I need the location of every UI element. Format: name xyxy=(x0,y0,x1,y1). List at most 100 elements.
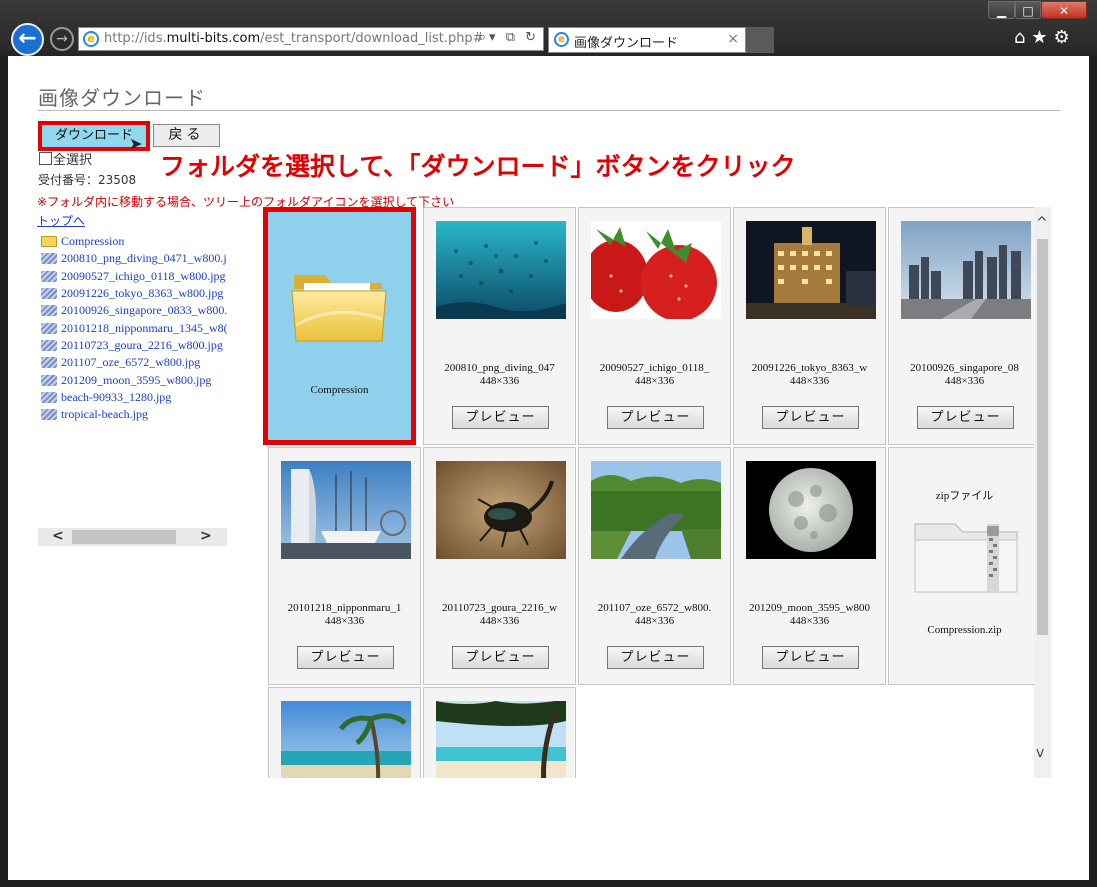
zip-file-icon xyxy=(914,523,1018,593)
return-button[interactable]: 戻る xyxy=(153,124,220,147)
image-name: 20110723_goura_2216_w xyxy=(441,602,558,614)
url-path: /est_transport/download_list.php# xyxy=(260,31,484,46)
beach-tree-thumbnail xyxy=(436,701,566,778)
top-link[interactable]: トップへ xyxy=(37,212,85,229)
image-file-icon xyxy=(41,374,57,386)
tree-item-label: 20110723_goura_2216_w800.jpg xyxy=(61,337,223,352)
tree-item-label: 20101218_nipponmaru_1345_w8( xyxy=(61,320,227,335)
tree-file[interactable]: 200810_png_diving_0471_w800.j xyxy=(41,250,227,267)
tree-file[interactable]: 20091226_tokyo_8363_w800.jpg xyxy=(41,285,227,302)
tree-file[interactable]: 20090527_ichigo_0118_w800.jpg xyxy=(41,268,227,285)
image-dimensions: 448×336 xyxy=(634,615,675,627)
image-file-icon xyxy=(41,339,57,351)
tab-close-icon[interactable]: × xyxy=(727,31,739,47)
tree-item-label: 201107_oze_6572_w800.jpg xyxy=(61,355,201,370)
image-cell[interactable]: 201107_oze_6572_w800. 448×336 プレビュー xyxy=(578,447,731,685)
tree-item-label: 200810_png_diving_0471_w800.j xyxy=(61,251,227,266)
tree-file[interactable]: tropical-beach.jpg xyxy=(41,406,227,423)
tree-file[interactable]: 20101218_nipponmaru_1345_w8( xyxy=(41,319,227,336)
image-file-icon xyxy=(41,288,57,300)
preview-button[interactable]: プレビュー xyxy=(452,406,549,429)
annotation-text: フォルダを選択して、「ダウンロード」ボタンをクリック xyxy=(160,152,796,181)
image-file-icon xyxy=(41,322,57,334)
forward-arrow-icon[interactable]: → xyxy=(50,27,74,51)
image-cell[interactable] xyxy=(423,687,576,778)
strawberry-thumbnail xyxy=(591,221,721,319)
browser-tab[interactable]: e 画像ダウンロード × xyxy=(548,27,746,53)
address-bar-icons[interactable]: ⌕▾ ⧉ ↻ xyxy=(479,30,539,45)
image-name: 20101218_nipponmaru_1 xyxy=(287,602,402,614)
select-all-checkbox[interactable]: 全選択 xyxy=(39,149,92,168)
image-cell[interactable]: 20110723_goura_2216_w 448×336 プレビュー xyxy=(423,447,576,685)
beetle-thumbnail xyxy=(436,461,566,559)
preview-button[interactable]: プレビュー xyxy=(762,646,859,669)
tree-item-label: tropical-beach.jpg xyxy=(61,407,148,422)
oze-river-thumbnail xyxy=(591,461,721,559)
tree-horizontal-scrollbar[interactable]: < > xyxy=(38,528,227,546)
scroll-down-arrow[interactable]: v xyxy=(1036,745,1044,761)
checkbox-icon[interactable] xyxy=(39,152,52,165)
folder-icon xyxy=(291,275,387,342)
close-window-button[interactable]: ✕ xyxy=(1041,1,1087,19)
preview-button[interactable]: プレビュー xyxy=(917,406,1014,429)
image-name: 20100926_singapore_08 xyxy=(910,362,1019,374)
moon-thumbnail xyxy=(746,461,876,559)
file-tree: Compression 200810_png_diving_0471_w800.j… xyxy=(41,233,227,423)
preview-button[interactable]: プレビュー xyxy=(607,646,704,669)
preview-button[interactable]: プレビュー xyxy=(607,406,704,429)
tab-title: 画像ダウンロード xyxy=(574,36,679,51)
tree-file[interactable]: 20100926_singapore_0833_w800. xyxy=(41,302,227,319)
image-cell[interactable]: 20101218_nipponmaru_1 448×336 プレビュー xyxy=(268,447,421,685)
image-name: 20091226_tokyo_8363_w xyxy=(751,362,868,374)
receipt-number: 受付番号：23508 xyxy=(38,173,137,187)
image-cell[interactable]: 20100926_singapore_08 448×336 プレビュー xyxy=(888,207,1034,445)
new-tab-button[interactable] xyxy=(746,27,774,53)
scroll-thumb[interactable] xyxy=(1037,239,1048,635)
singapore-thumbnail xyxy=(901,221,1031,319)
grid-vertical-scrollbar[interactable]: ^ v xyxy=(1034,207,1051,778)
image-cell[interactable]: 201209_moon_3595_w800 448×336 プレビュー xyxy=(733,447,886,685)
home-favorites-gear-icons[interactable]: ⌂★⚙ xyxy=(1014,27,1076,48)
scroll-up-arrow[interactable]: ^ xyxy=(1036,215,1048,231)
preview-button[interactable]: プレビュー xyxy=(452,646,549,669)
preview-button[interactable]: プレビュー xyxy=(297,646,394,669)
tree-file[interactable]: 201209_moon_3595_w800.jpg xyxy=(41,371,227,388)
image-dimensions: 448×336 xyxy=(324,615,365,627)
url-text[interactable]: http://ids.multi-bits.com/est_transport/… xyxy=(104,31,484,46)
tokyo-thumbnail xyxy=(746,221,876,319)
image-name: 201209_moon_3595_w800 xyxy=(749,602,870,614)
image-file-icon xyxy=(41,357,57,369)
folder-icon xyxy=(41,236,57,248)
scroll-left-arrow[interactable]: < xyxy=(52,528,64,544)
image-file-icon xyxy=(41,409,57,421)
folder-label: Compression xyxy=(310,384,369,396)
image-cell[interactable]: 20090527_ichigo_0118_ 448×336 プレビュー xyxy=(578,207,731,445)
address-bar[interactable]: e http://ids.multi-bits.com/est_transpor… xyxy=(78,27,544,51)
preview-button[interactable]: プレビュー xyxy=(762,406,859,429)
image-cell[interactable]: 200810_png_diving_047 448×336 プレビュー xyxy=(423,207,576,445)
tree-file[interactable]: 201107_oze_6572_w800.jpg xyxy=(41,354,227,371)
back-arrow-icon[interactable]: ← xyxy=(11,23,44,56)
tropical-beach-thumbnail xyxy=(281,701,411,778)
image-cell[interactable]: 20091226_tokyo_8363_w 448×336 プレビュー xyxy=(733,207,886,445)
zip-label: Compression.zip xyxy=(927,624,1002,636)
scroll-thumb[interactable] xyxy=(72,530,176,544)
diving-thumbnail xyxy=(436,221,566,319)
zip-cell[interactable]: zipファイル Compression.zip xyxy=(888,447,1034,685)
minimize-button[interactable]: ▁ xyxy=(988,1,1015,19)
tree-item-label: beach-90933_1280.jpg xyxy=(61,389,172,404)
url-host: multi-bits.com xyxy=(166,31,261,46)
tree-item-label: 20090527_ichigo_0118_w800.jpg xyxy=(61,268,226,283)
tree-folder[interactable]: Compression xyxy=(41,233,227,250)
page-title: 画像ダウンロード xyxy=(38,86,206,110)
tree-item-label: 20100926_singapore_0833_w800. xyxy=(61,303,227,318)
ie-logo-icon: e xyxy=(554,32,569,47)
tree-file[interactable]: beach-90933_1280.jpg xyxy=(41,389,227,406)
maximize-button[interactable]: □ xyxy=(1015,1,1041,19)
image-dimensions: 448×336 xyxy=(479,375,520,387)
folder-cell-compression[interactable]: Compression xyxy=(263,207,416,445)
tree-file[interactable]: 20110723_goura_2216_w800.jpg xyxy=(41,337,227,354)
scroll-right-arrow[interactable]: > xyxy=(200,528,212,544)
select-all-label: 全選択 xyxy=(53,153,93,168)
image-cell[interactable] xyxy=(268,687,421,778)
